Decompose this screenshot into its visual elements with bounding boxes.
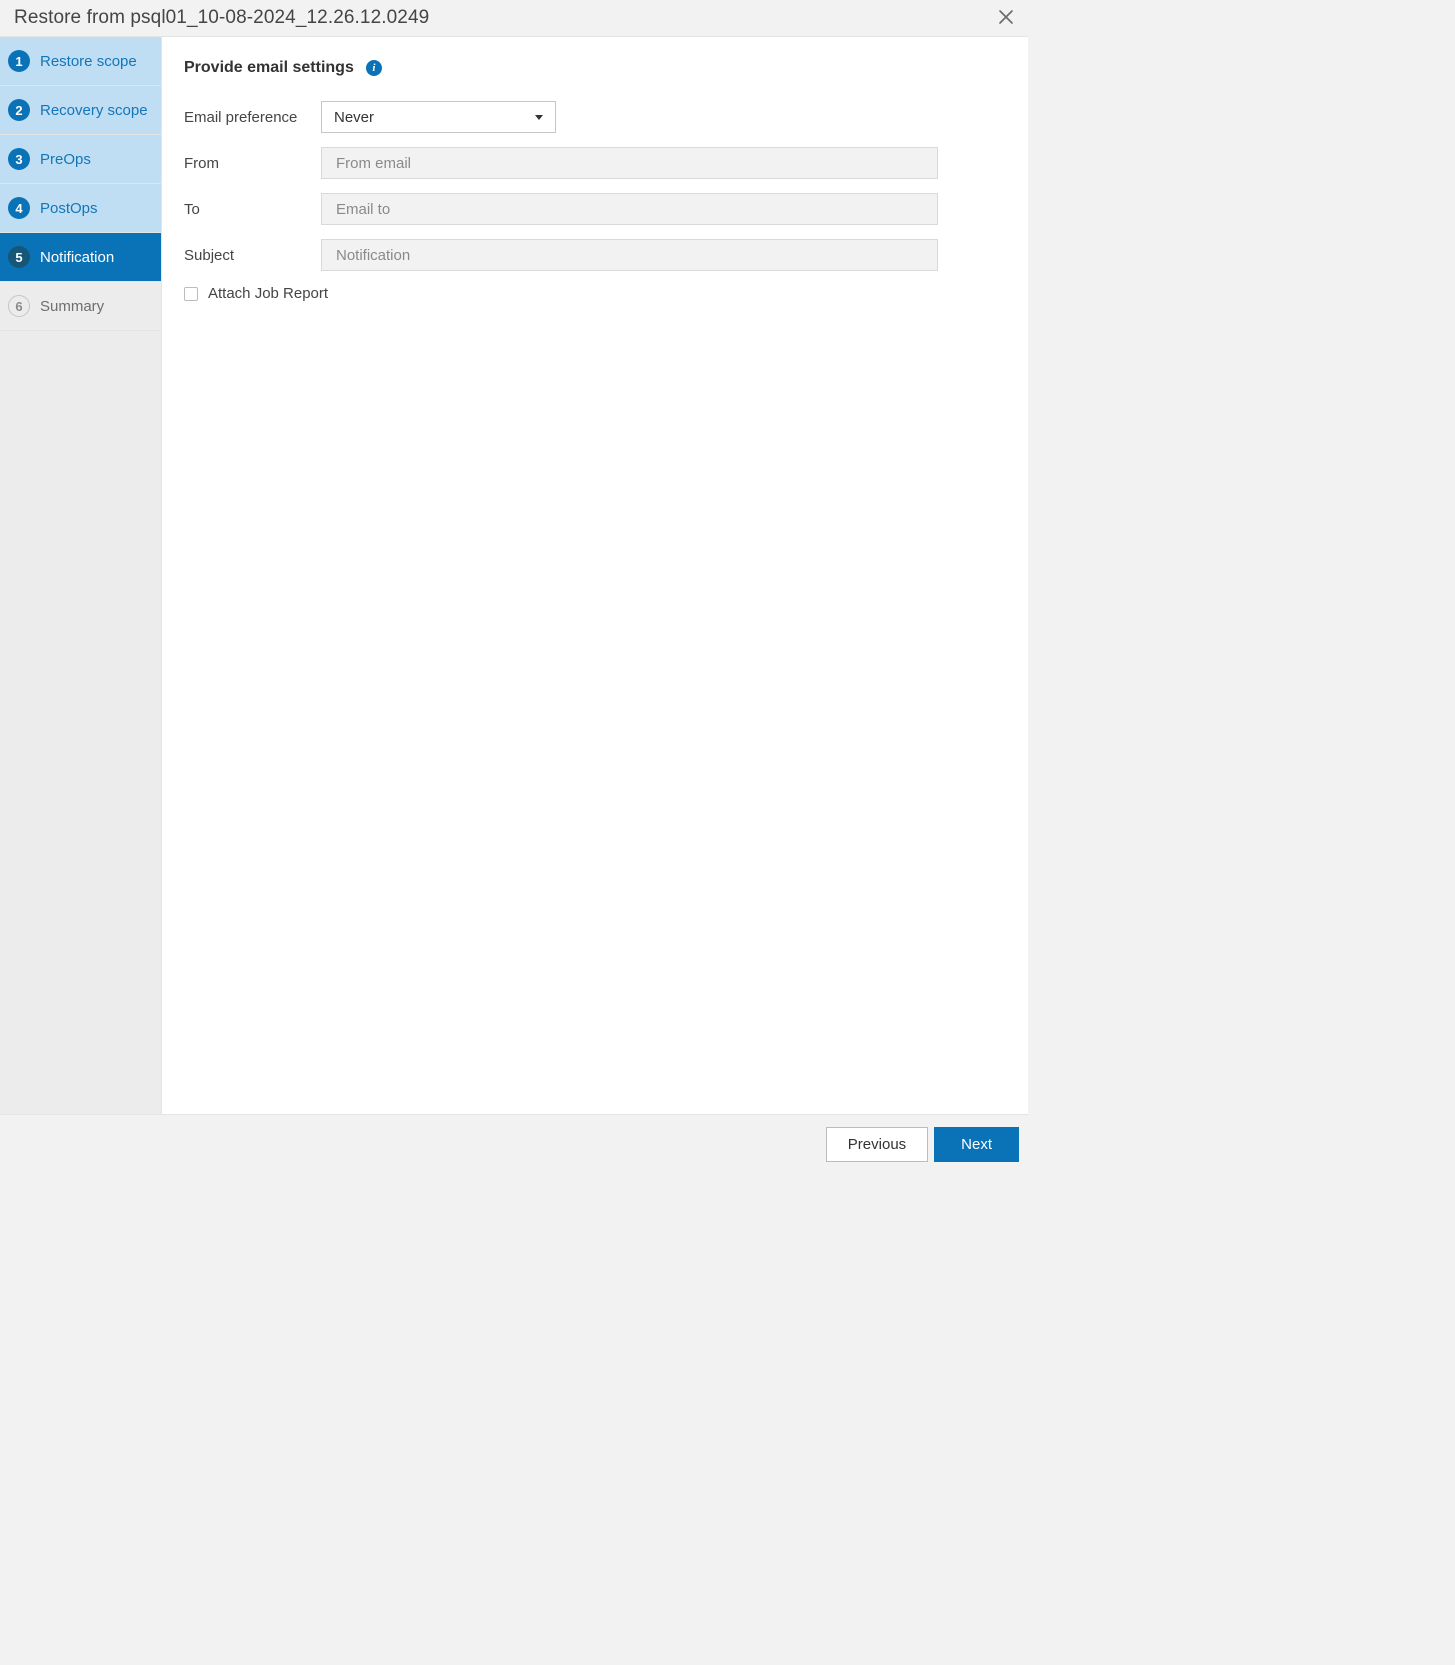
step-label: Recovery scope	[40, 102, 148, 119]
input-to-email[interactable]	[321, 193, 938, 225]
step-summary[interactable]: 6 Summary	[0, 282, 161, 331]
row-from: From	[184, 147, 1006, 179]
restore-dialog: Restore from psql01_10-08-2024_12.26.12.…	[0, 0, 1028, 1174]
step-notification[interactable]: 5 Notification	[0, 233, 161, 282]
previous-button[interactable]: Previous	[826, 1127, 928, 1162]
chevron-down-icon	[535, 115, 543, 120]
input-from-email[interactable]	[321, 147, 938, 179]
label-subject: Subject	[184, 247, 321, 264]
step-postops[interactable]: 4 PostOps	[0, 184, 161, 233]
step-number: 3	[8, 148, 30, 170]
step-label: Restore scope	[40, 53, 137, 70]
label-from: From	[184, 155, 321, 172]
row-email-preference: Email preference Never	[184, 101, 1006, 133]
label-to: To	[184, 201, 321, 218]
row-attach-report: Attach Job Report	[184, 285, 1006, 302]
row-subject: Subject	[184, 239, 1006, 271]
step-label: Notification	[40, 249, 114, 266]
step-number: 1	[8, 50, 30, 72]
wizard-sidebar: 1 Restore scope 2 Recovery scope 3 PreOp…	[0, 37, 162, 1114]
section-heading: Provide email settings i	[184, 59, 382, 77]
select-email-preference[interactable]: Never	[321, 101, 556, 133]
step-label: Summary	[40, 298, 104, 315]
step-preops[interactable]: 3 PreOps	[0, 135, 161, 184]
step-label: PreOps	[40, 151, 91, 168]
info-icon[interactable]: i	[366, 60, 382, 76]
step-recovery-scope[interactable]: 2 Recovery scope	[0, 86, 161, 135]
dialog-body: 1 Restore scope 2 Recovery scope 3 PreOp…	[0, 37, 1028, 1114]
row-to: To	[184, 193, 1006, 225]
dialog-title: Restore from psql01_10-08-2024_12.26.12.…	[14, 7, 429, 29]
input-subject[interactable]	[321, 239, 938, 271]
dialog-footer: Previous Next	[0, 1114, 1028, 1174]
step-number: 4	[8, 197, 30, 219]
step-number: 6	[8, 295, 30, 317]
step-label: PostOps	[40, 200, 98, 217]
label-email-preference: Email preference	[184, 109, 321, 126]
step-restore-scope[interactable]: 1 Restore scope	[0, 37, 161, 86]
select-value: Never	[334, 109, 374, 126]
dialog-header: Restore from psql01_10-08-2024_12.26.12.…	[0, 0, 1028, 37]
heading-text: Provide email settings	[184, 59, 354, 77]
checkbox-attach-report[interactable]	[184, 287, 198, 301]
label-attach-report: Attach Job Report	[208, 285, 328, 302]
next-button[interactable]: Next	[934, 1127, 1019, 1162]
close-icon[interactable]	[996, 7, 1016, 29]
step-number: 5	[8, 246, 30, 268]
step-number: 2	[8, 99, 30, 121]
content-panel: Provide email settings i Email preferenc…	[162, 37, 1028, 1114]
